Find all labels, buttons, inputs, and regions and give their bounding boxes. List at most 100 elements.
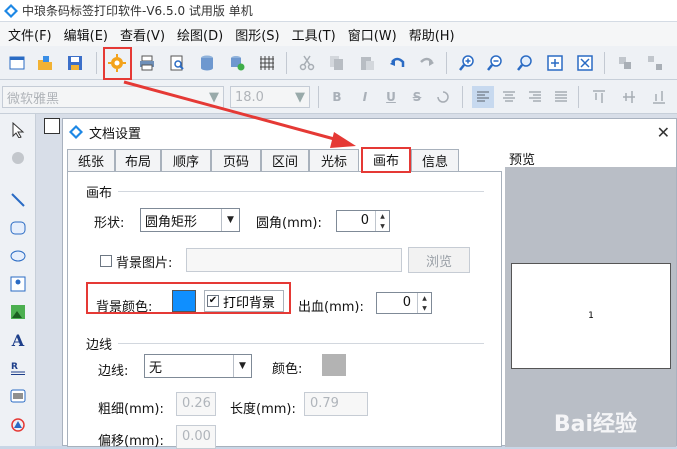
browse-button[interactable]: 浏览 bbox=[408, 247, 470, 273]
rounded-rect-tool-icon[interactable] bbox=[8, 218, 28, 238]
cut-icon[interactable] bbox=[298, 54, 316, 72]
font-name-select[interactable]: 微软雅黑 ▼ bbox=[2, 86, 224, 108]
bg-image-path-input[interactable] bbox=[186, 248, 402, 272]
tab-canvas[interactable]: 画布 bbox=[361, 147, 411, 171]
menu-draw[interactable]: 绘图(D) bbox=[171, 25, 229, 44]
font-size-value: 18.0 bbox=[235, 89, 264, 105]
border-color-swatch[interactable] bbox=[322, 354, 346, 376]
paste-icon[interactable] bbox=[358, 54, 376, 72]
radius-label: 圆角(mm): bbox=[256, 216, 322, 231]
align-bottom-icon[interactable] bbox=[650, 88, 668, 106]
shape-tool-icon[interactable] bbox=[8, 414, 28, 434]
underline-button[interactable]: U bbox=[382, 88, 400, 106]
document-window-icon bbox=[44, 118, 60, 134]
print-icon[interactable] bbox=[138, 54, 156, 72]
copy-icon[interactable] bbox=[328, 54, 346, 72]
svg-text:R: R bbox=[11, 362, 18, 372]
group-icon[interactable] bbox=[616, 54, 634, 72]
width-input[interactable]: 0.26 bbox=[176, 392, 216, 416]
database-icon[interactable] bbox=[198, 54, 216, 72]
border-select[interactable]: 无 ▼ bbox=[144, 354, 252, 378]
app-logo-icon bbox=[4, 3, 18, 18]
pan-icon[interactable] bbox=[8, 148, 28, 168]
menu-file[interactable]: 文件(F) bbox=[2, 25, 58, 44]
redo-icon[interactable] bbox=[418, 54, 436, 72]
print-bg-label: 打印背景 bbox=[223, 295, 276, 311]
tab-layout[interactable]: 布局 bbox=[115, 149, 161, 171]
length-input[interactable]: 0.79 bbox=[304, 392, 368, 416]
menu-shape[interactable]: 图形(S) bbox=[229, 25, 285, 44]
document-settings-icon[interactable] bbox=[108, 54, 126, 72]
actual-size-icon[interactable] bbox=[576, 54, 594, 72]
zoom-in-icon[interactable] bbox=[458, 54, 476, 72]
bleed-spinner[interactable]: 0 ▲ ▼ bbox=[376, 292, 432, 314]
menu-edit[interactable]: 编辑(E) bbox=[58, 25, 114, 44]
line-tool-icon[interactable] bbox=[8, 190, 28, 210]
rotate-icon[interactable] bbox=[434, 88, 452, 106]
zoom-fit-icon[interactable] bbox=[516, 54, 534, 72]
italic-button[interactable]: I bbox=[356, 88, 374, 106]
tab-order[interactable]: 顺序 bbox=[161, 149, 211, 171]
offset-input[interactable]: 0.00 bbox=[176, 425, 216, 449]
zoom-out-icon[interactable] bbox=[486, 54, 504, 72]
print-preview-icon[interactable] bbox=[168, 54, 186, 72]
length-label: 长度(mm): bbox=[230, 402, 296, 417]
radius-spinner[interactable]: 0 ▲ ▼ bbox=[336, 210, 390, 232]
save-icon[interactable] bbox=[66, 54, 84, 72]
left-toolbox: A R bbox=[0, 114, 36, 446]
width-label: 粗细(mm): bbox=[98, 402, 164, 417]
watermark-text: Bai经验 bbox=[553, 412, 637, 437]
align-center-icon[interactable] bbox=[500, 88, 518, 106]
close-icon[interactable]: ✕ bbox=[657, 123, 670, 142]
spin-arrows-icon[interactable]: ▲ ▼ bbox=[417, 293, 431, 313]
border-color-label: 颜色: bbox=[272, 362, 303, 377]
image-tool-icon[interactable] bbox=[8, 274, 28, 294]
align-middle-icon[interactable] bbox=[620, 88, 638, 106]
menu-window[interactable]: 窗口(W) bbox=[342, 25, 403, 44]
chevron-down-icon: ▼ bbox=[221, 209, 239, 231]
preview-page: 1 bbox=[511, 263, 671, 369]
align-top-icon[interactable] bbox=[590, 88, 608, 106]
menu-help[interactable]: 帮助(H) bbox=[403, 25, 461, 44]
new-icon[interactable] bbox=[8, 54, 26, 72]
menu-view[interactable]: 查看(V) bbox=[114, 25, 171, 44]
bleed-value: 0 bbox=[402, 295, 411, 310]
border-group-label: 边线 bbox=[86, 338, 113, 353]
tab-cursor[interactable]: 光标 bbox=[309, 149, 359, 171]
barcode-tool-icon[interactable] bbox=[8, 386, 28, 406]
grid-icon[interactable] bbox=[258, 54, 276, 72]
print-bg-checkbox[interactable]: ✔ bbox=[207, 295, 219, 307]
picture-tool-icon[interactable] bbox=[8, 302, 28, 322]
chevron-down-icon: ▼ bbox=[295, 89, 305, 105]
shape-select[interactable]: 圆角矩形 ▼ bbox=[140, 208, 240, 232]
tab-paper[interactable]: 纸张 bbox=[67, 149, 115, 171]
text-tool-icon[interactable]: A bbox=[8, 330, 28, 350]
align-right-icon[interactable] bbox=[526, 88, 544, 106]
align-left-icon[interactable] bbox=[472, 86, 494, 108]
ungroup-icon[interactable] bbox=[646, 54, 664, 72]
bg-image-label: 背景图片: bbox=[116, 256, 173, 271]
menu-tools[interactable]: 工具(T) bbox=[286, 25, 342, 44]
tab-page-number[interactable]: 页码 bbox=[211, 149, 261, 171]
strikethrough-button[interactable]: S bbox=[408, 88, 426, 106]
tab-info[interactable]: 信息 bbox=[411, 149, 459, 171]
tab-range[interactable]: 区间 bbox=[261, 149, 309, 171]
bg-color-label: 背景颜色: bbox=[96, 300, 153, 315]
pointer-icon[interactable] bbox=[8, 120, 28, 140]
database-settings-icon[interactable] bbox=[228, 54, 246, 72]
spin-arrows-icon[interactable]: ▲ ▼ bbox=[375, 211, 389, 231]
font-name-value: 微软雅黑 bbox=[7, 91, 60, 107]
format-toolbar: 微软雅黑 ▼ 18.0 ▼ B I U S bbox=[0, 80, 677, 114]
ellipse-tool-icon[interactable] bbox=[8, 246, 28, 266]
font-size-select[interactable]: 18.0 ▼ bbox=[230, 86, 310, 108]
bold-button[interactable]: B bbox=[328, 88, 346, 106]
bg-color-swatch[interactable] bbox=[172, 290, 196, 312]
bg-image-checkbox[interactable] bbox=[100, 255, 112, 267]
fit-page-icon[interactable] bbox=[546, 54, 564, 72]
border-label: 边线: bbox=[98, 364, 129, 379]
open-icon[interactable] bbox=[36, 54, 54, 72]
print-bg-checkbox-group[interactable]: ✔ 打印背景 bbox=[204, 290, 284, 312]
align-justify-icon[interactable] bbox=[552, 88, 570, 106]
paragraph-text-icon[interactable]: R bbox=[8, 358, 28, 378]
undo-icon[interactable] bbox=[388, 54, 406, 72]
